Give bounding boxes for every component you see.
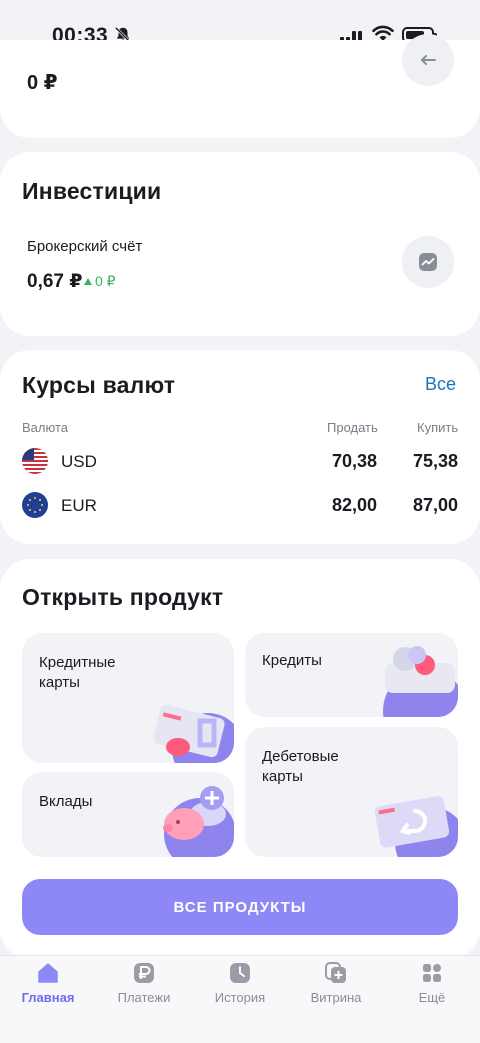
currency-rates-title: Курсы валют [22, 372, 176, 398]
tile-label: Дебетовые карты [262, 748, 339, 785]
rate-buy-value: 87,00 [412, 495, 458, 515]
bottom-tab-bar: Главная Платежи История Витрина Ещё [0, 955, 480, 1043]
tab-label: История [214, 990, 266, 1005]
brokerage-change-value: 0 ₽ [95, 273, 116, 289]
all-products-button[interactable]: ВСЕ ПРОДУКТЫ [22, 879, 458, 935]
credit-card-illustration-icon [153, 704, 234, 763]
ruble-icon [134, 963, 154, 983]
credits-illustration-icon [383, 646, 458, 717]
currency-code: USD [61, 452, 97, 471]
currency-code: EUR [61, 496, 97, 515]
header-currency: Валюта [22, 420, 68, 435]
rate-row-usd[interactable]: USD 70,38 75,38 [22, 448, 458, 476]
tab-showcase[interactable]: Витрина [288, 956, 384, 1016]
arrow-left-icon [420, 55, 436, 65]
piggy-bank-icon [163, 786, 234, 857]
investments-title: Инвестиции [22, 178, 162, 204]
tab-label: Платежи [117, 990, 171, 1005]
rate-buy-value: 75,38 [412, 451, 458, 471]
brokerage-balance: 0,67 ₽ [27, 271, 83, 292]
tile-label: Кредитные карты [39, 654, 116, 691]
tile-label: Кредиты [262, 652, 322, 669]
home-icon [38, 963, 58, 983]
open-product-title: Открыть продукт [22, 584, 224, 610]
account-balance: 0 ₽ [27, 72, 58, 94]
clock-icon [230, 963, 250, 983]
tile-debit-cards[interactable]: Дебетовые карты [245, 727, 458, 857]
brokerage-change: 0 ₽ [84, 273, 116, 290]
currency-rates-card: Курсы валют Все Валюта Продать Купить US… [0, 350, 480, 544]
open-product-card: Открыть продукт Кредитные карты Кредиты … [0, 559, 480, 959]
account-card: 0 ₽ [0, 34, 480, 138]
us-flag-icon [22, 448, 48, 474]
rates-all-link[interactable]: Все [425, 374, 456, 395]
transfer-button[interactable] [402, 34, 454, 86]
header-sell: Продать [327, 420, 378, 435]
tab-more[interactable]: Ещё [384, 956, 480, 1016]
eu-flag-icon [22, 492, 48, 518]
tab-label: Главная [21, 990, 75, 1005]
tab-label: Ещё [418, 990, 446, 1005]
showcase-icon [325, 962, 346, 983]
tab-label: Витрина [310, 990, 362, 1005]
investments-card: Инвестиции Брокерский счёт 0,67 ₽ 0 ₽ [0, 152, 480, 336]
rate-sell-value: 82,00 [331, 495, 377, 515]
tile-deposits[interactable]: Вклады [22, 772, 234, 857]
tab-payments[interactable]: Платежи [96, 956, 192, 1016]
tile-credit-cards[interactable]: Кредитные карты [22, 633, 234, 763]
brokerage-account-label[interactable]: Брокерский счёт [27, 238, 142, 255]
tile-label: Вклады [39, 793, 93, 810]
tile-credits[interactable]: Кредиты [245, 633, 458, 717]
up-triangle-icon [84, 278, 92, 285]
grid-icon [423, 964, 441, 982]
brokerage-chart-button[interactable] [402, 236, 454, 288]
rate-sell-value: 70,38 [331, 451, 377, 471]
header-buy: Купить [417, 420, 459, 435]
tab-history[interactable]: История [192, 956, 288, 1016]
debit-card-illustration-icon [374, 796, 458, 857]
rate-row-eur[interactable]: EUR 82,00 87,00 [22, 492, 458, 520]
chart-icon [419, 253, 437, 271]
tab-home[interactable]: Главная [0, 956, 96, 1016]
